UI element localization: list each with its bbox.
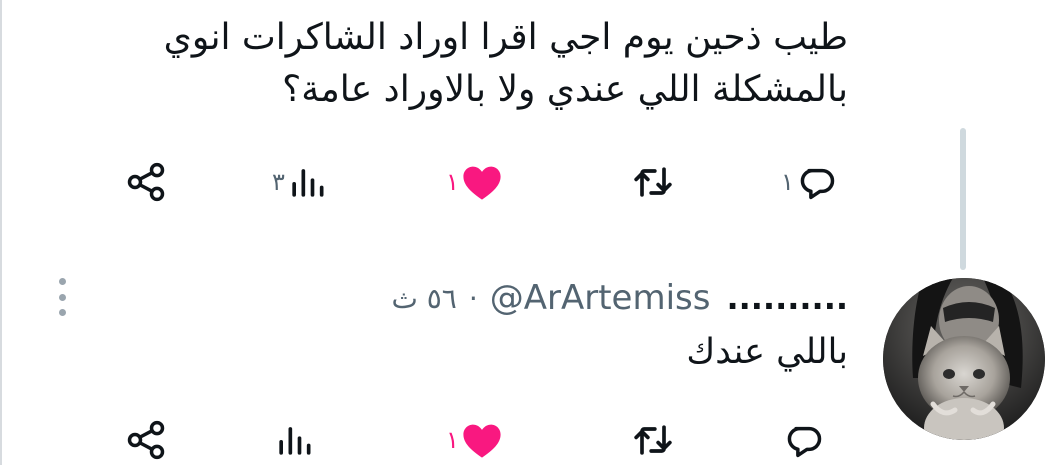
tweet-actions: ١ ١ ٣ (0, 152, 1053, 212)
reply-button[interactable] (775, 410, 825, 465)
share-button[interactable] (124, 410, 168, 465)
tweet-text: طيب ذحين يوم اجي اقرا اوراد الشاكرات انو… (164, 12, 848, 116)
retweet-icon (631, 418, 675, 462)
views-icon (285, 160, 329, 204)
views-button[interactable] (266, 410, 316, 465)
tweet-timestamp[interactable]: ٥٦ ث (391, 282, 456, 315)
separator-dot: · (468, 281, 478, 315)
retweet-button[interactable] (625, 152, 675, 212)
more-options-button[interactable] (52, 272, 72, 322)
views-count: ٣ (272, 168, 285, 196)
views-icon (272, 418, 316, 462)
user-handle[interactable]: @ArArtemiss (490, 278, 711, 318)
tweet-text-line-1: طيب ذحين يوم اجي اقرا اوراد الشاكرات انو… (163, 17, 848, 58)
retweet-icon (631, 160, 675, 204)
share-button[interactable] (124, 152, 168, 212)
reply-icon (794, 160, 838, 204)
tweet-author-row: .......... @ArArtemiss · ٥٦ ث (391, 274, 848, 322)
reply-button[interactable]: ١ (775, 152, 838, 212)
reply-count: ١ (781, 168, 794, 196)
heart-icon (459, 417, 505, 463)
like-count: ١ (446, 168, 459, 196)
share-icon (124, 160, 168, 204)
tweet-text-line-2: بالمشكلة اللي عندي ولا بالاوراد عامة؟ (282, 69, 848, 110)
heart-icon (459, 159, 505, 205)
more-vertical-icon (58, 278, 66, 285)
like-button[interactable]: ١ (440, 152, 505, 212)
tweet-text: باللي عندك (686, 332, 848, 372)
share-icon (124, 418, 168, 462)
display-name[interactable]: .......... (726, 279, 848, 317)
retweet-button[interactable] (625, 410, 675, 465)
left-border (0, 0, 2, 465)
like-button[interactable]: ١ (440, 410, 505, 465)
tweet-thread: طيب ذحين يوم اجي اقرا اوراد الشاكرات انو… (0, 0, 1053, 465)
tweet-actions: ١ (0, 410, 1053, 465)
like-count: ١ (446, 426, 459, 454)
views-button[interactable]: ٣ (266, 152, 329, 212)
reply-icon (781, 418, 825, 462)
